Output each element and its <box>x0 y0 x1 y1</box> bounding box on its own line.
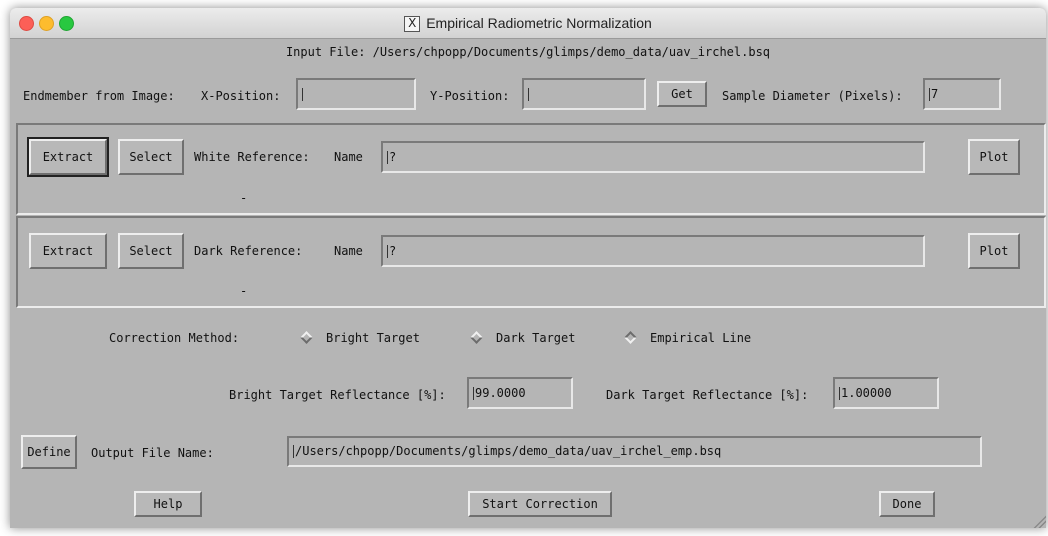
radio-bright-target-label[interactable]: Bright Target <box>326 330 420 346</box>
text-cursor-icon <box>839 387 840 400</box>
dark-reflectance-input[interactable]: 1.00000 <box>833 377 939 409</box>
dark-name-label: Name <box>334 244 363 258</box>
dark-extract-button[interactable]: Extract <box>29 233 107 269</box>
help-button[interactable]: Help <box>134 491 202 517</box>
white-name-input[interactable]: ? <box>381 141 925 173</box>
correction-method-label: Correction Method: <box>109 331 240 345</box>
done-button[interactable]: Done <box>879 491 935 517</box>
text-cursor-icon <box>929 88 930 101</box>
x-position-input[interactable] <box>296 78 416 110</box>
define-button[interactable]: Define <box>21 435 77 469</box>
dark-reflectance-value: 1.00000 <box>841 386 892 400</box>
white-extract-button[interactable]: Extract <box>27 137 109 177</box>
dark-reference-label: Dark Reference: <box>194 244 303 258</box>
radio-dark-target-icon[interactable] <box>470 331 483 344</box>
sample-diameter-label: Sample Diameter (Pixels): <box>722 89 903 103</box>
resize-grip-icon[interactable] <box>1032 514 1046 528</box>
bright-reflectance-value: 99.0000 <box>475 386 526 400</box>
text-cursor-icon <box>528 88 529 101</box>
y-position-label: Y-Position: <box>430 89 510 103</box>
app-window: X Empirical Radiometric Normalization Inp… <box>10 8 1046 528</box>
dark-name-value: ? <box>389 244 397 258</box>
text-cursor-icon <box>387 245 388 258</box>
radio-dark-target-label[interactable]: Dark Target <box>496 330 575 346</box>
dark-reflectance-label: Dark Target Reflectance [%]: <box>606 388 809 402</box>
white-select-button[interactable]: Select <box>118 139 184 175</box>
white-reference-status: - <box>240 191 248 205</box>
white-name-value: ? <box>389 150 397 164</box>
radio-bright-target-icon[interactable] <box>300 331 313 344</box>
output-file-label: Output File Name: <box>91 446 214 460</box>
text-cursor-icon <box>387 151 388 164</box>
white-reference-label: White Reference: <box>194 150 310 164</box>
y-position-input[interactable] <box>522 78 646 110</box>
input-file-line: Input File: /Users/chpopp/Documents/glim… <box>10 44 1046 60</box>
dark-select-button[interactable]: Select <box>118 233 184 269</box>
window-title: Empirical Radiometric Normalization <box>426 15 652 31</box>
text-cursor-icon <box>293 445 294 458</box>
window-title-area: X Empirical Radiometric Normalization <box>10 8 1046 38</box>
white-name-label: Name <box>334 150 363 164</box>
dark-reference-status: - <box>240 284 248 298</box>
get-button[interactable]: Get <box>657 81 707 107</box>
sample-diameter-value: 7 <box>931 87 939 101</box>
output-file-value: /Users/chpopp/Documents/glimps/demo_data… <box>295 444 722 458</box>
text-cursor-icon <box>473 387 474 400</box>
bright-reflectance-label: Bright Target Reflectance [%]: <box>229 388 446 402</box>
text-cursor-icon <box>302 88 303 101</box>
input-file-path: /Users/chpopp/Documents/glimps/demo_data… <box>372 45 771 59</box>
input-file-label: Input File: <box>285 45 366 59</box>
title-bar[interactable]: X Empirical Radiometric Normalization <box>10 8 1046 39</box>
radio-empirical-line-icon[interactable] <box>624 331 637 344</box>
radio-empirical-line-label[interactable]: Empirical Line <box>650 330 751 346</box>
white-plot-button[interactable]: Plot <box>968 139 1020 175</box>
dark-reference-panel: Extract Select Dark Reference: Name ? Pl… <box>16 216 1046 308</box>
dark-name-input[interactable]: ? <box>381 235 925 267</box>
x-position-label: X-Position: <box>201 89 281 103</box>
sample-diameter-input[interactable]: 7 <box>923 78 1001 110</box>
x11-icon: X <box>404 16 421 33</box>
output-file-input[interactable]: /Users/chpopp/Documents/glimps/demo_data… <box>287 436 982 467</box>
white-reference-panel: Extract Select White Reference: Name ? P… <box>16 123 1046 215</box>
bright-reflectance-input[interactable]: 99.0000 <box>467 377 573 409</box>
endmember-label: Endmember from Image: <box>23 89 175 103</box>
start-correction-button[interactable]: Start Correction <box>468 491 612 517</box>
dark-plot-button[interactable]: Plot <box>968 233 1020 269</box>
